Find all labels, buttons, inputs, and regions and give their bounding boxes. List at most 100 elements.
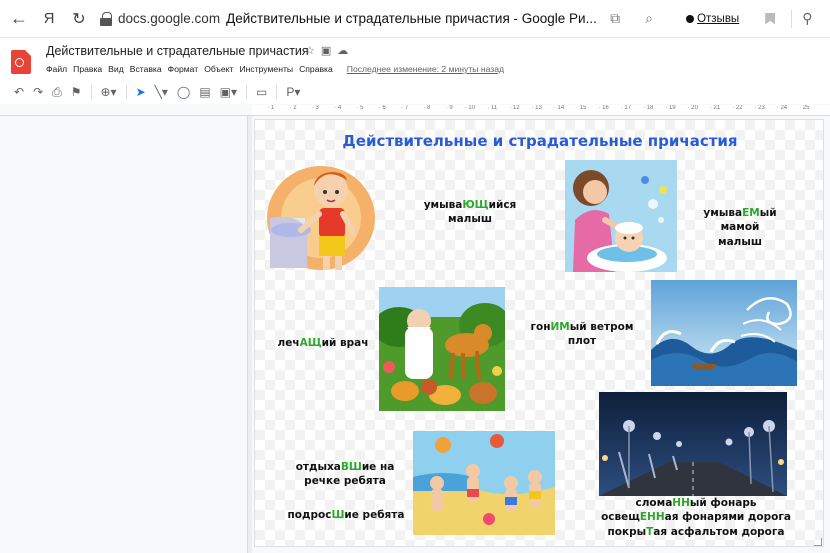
url-domain[interactable]: docs.google.com bbox=[118, 11, 220, 26]
toolbar-divider bbox=[791, 9, 793, 28]
doctor-animals-illustration[interactable] bbox=[379, 287, 505, 411]
suffix-highlight: НН bbox=[672, 497, 690, 509]
boy-washing-illustration[interactable] bbox=[265, 158, 377, 273]
title-actions: ☆▣☁ bbox=[305, 44, 354, 57]
caption-text: малыш bbox=[717, 235, 762, 248]
editing-toolbar: ↶ ↷ ⎙ ⚑ ⊕▾ ➤ ╲▾ ◯ ▤ ▣▾ ▭ P▾ bbox=[0, 80, 830, 104]
caption-washing-boy[interactable]: умываЮЩийся малыш bbox=[415, 198, 525, 227]
text-box-icon[interactable]: ▤ bbox=[199, 85, 210, 99]
tab-manager-icon[interactable]: ⧉ bbox=[598, 10, 632, 27]
caption-text: подрос bbox=[287, 509, 332, 521]
move-folder-icon[interactable]: ▣ bbox=[321, 45, 337, 57]
paint-roller-icon[interactable]: P▾ bbox=[286, 85, 300, 99]
ruler-tick-label: · 17 bbox=[620, 105, 632, 111]
image-icon[interactable]: ▣▾ bbox=[220, 85, 237, 99]
ruler-tick-label: · 23 bbox=[754, 105, 765, 111]
ruler-tick-label: · 2 bbox=[289, 105, 297, 111]
site-search-icon[interactable]: ⌕ bbox=[632, 10, 666, 27]
ruler-tick-label: · 10 bbox=[464, 105, 475, 111]
caption-text: ая фонарями дорога bbox=[664, 511, 791, 524]
menu-file[interactable]: Файл bbox=[46, 64, 67, 74]
print-icon[interactable]: ⎙ bbox=[52, 85, 62, 100]
caption-text: покры bbox=[607, 525, 647, 538]
caption-text: плот bbox=[567, 335, 597, 348]
kids-river-illustration[interactable] bbox=[413, 431, 555, 535]
slide-title[interactable]: Действительные и страдательные причастия bbox=[255, 132, 823, 150]
menu-view[interactable]: Вид bbox=[108, 64, 124, 74]
back-arrow-icon[interactable]: ← bbox=[4, 0, 34, 38]
select-cursor-icon[interactable]: ➤ bbox=[136, 85, 146, 99]
ruler-tick-label: · 14 bbox=[553, 105, 565, 111]
reviews-label: Отзывы bbox=[697, 12, 740, 25]
ruler-tick-label: · 3 bbox=[311, 105, 319, 111]
suffix-highlight: ЕНН bbox=[639, 511, 665, 524]
caption-rested-kids[interactable]: отдыхаВШие на речке ребята bbox=[285, 460, 405, 489]
reviews-button[interactable]: Отзывы bbox=[678, 7, 747, 31]
comment-icon[interactable]: ▭ bbox=[256, 85, 267, 99]
menu-format[interactable]: Формат bbox=[168, 64, 199, 74]
menu-edit[interactable]: Правка bbox=[73, 64, 102, 74]
suffix-highlight: ЮЩ bbox=[462, 199, 489, 211]
lock-icon[interactable] bbox=[100, 11, 112, 26]
caption-text: речке ребята bbox=[304, 475, 386, 488]
menu-tools[interactable]: Инструменты bbox=[239, 64, 293, 74]
caption-driven-raft[interactable]: гонИМый ветром плот bbox=[525, 320, 639, 349]
caption-text: ийся bbox=[488, 199, 517, 211]
menu-bar: Файл Правка Вид Вставка Формат Объект Ин… bbox=[46, 64, 504, 74]
caption-text: гон bbox=[530, 321, 551, 333]
ruler-tick-label: · 22 bbox=[732, 105, 743, 111]
bookmark-icon[interactable] bbox=[765, 12, 776, 25]
ruler-tick-label: · 9 bbox=[445, 105, 453, 111]
star-icon[interactable]: ☆ bbox=[305, 45, 321, 57]
caption-healing-doctor[interactable]: лечАЩий врач bbox=[271, 336, 375, 350]
wind-waves-illustration[interactable] bbox=[651, 280, 797, 386]
ruler-tick-label: · 19 bbox=[665, 105, 676, 111]
drawing-canvas[interactable]: Действительные и страдательные причастия… bbox=[254, 119, 824, 547]
cloud-status-icon[interactable]: ☁ bbox=[337, 45, 354, 57]
undo-icon[interactable]: ↶ bbox=[14, 85, 24, 99]
caption-grown-kids[interactable]: подросШие ребята bbox=[283, 508, 409, 522]
ruler-tick-label: · 21 bbox=[709, 105, 721, 111]
menu-help[interactable]: Справка bbox=[299, 64, 333, 74]
last-edit-link[interactable]: Последнее изменение: 2 минуты назад bbox=[347, 64, 504, 74]
document-title[interactable]: Действительные и страдательные причастия bbox=[46, 44, 309, 58]
menu-insert[interactable]: Вставка bbox=[130, 64, 162, 74]
line-tool-icon[interactable]: ╲▾ bbox=[155, 85, 168, 99]
caption-text: ие ребята bbox=[344, 509, 405, 521]
mother-bathing-baby-illustration[interactable] bbox=[565, 160, 677, 272]
google-drawings-logo-icon[interactable] bbox=[11, 50, 31, 74]
horizontal-ruler-bar: · 1 · 2 · 3 · 4 · 5 · 6 · 7 · 8 · 9 · 10 · 11 · 12 ·… bbox=[0, 104, 830, 116]
caption-highway[interactable]: сломаННый фонарь освещЕННая фонарями дор… bbox=[593, 496, 799, 539]
suffix-highlight: АЩ bbox=[299, 337, 322, 349]
suffix-highlight: ВШ bbox=[340, 461, 362, 473]
toolbar-divider bbox=[125, 85, 127, 99]
redo-icon[interactable]: ↷ bbox=[33, 85, 43, 99]
url-page-title[interactable]: Действительные и страдательные причастия… bbox=[226, 11, 598, 26]
paint-format-icon[interactable]: ⚑ bbox=[71, 85, 82, 99]
speech-bubble-icon bbox=[686, 14, 695, 23]
caption-washed-baby[interactable]: умываЕМый мамой малыш bbox=[685, 206, 795, 249]
vertical-ruler[interactable] bbox=[248, 116, 252, 553]
ruler-tick-label: · 15 bbox=[576, 105, 587, 111]
suffix-highlight: ИМ bbox=[550, 321, 570, 333]
shape-tool-icon[interactable]: ◯ bbox=[177, 85, 190, 99]
reload-icon[interactable]: ↻ bbox=[64, 0, 94, 38]
yandex-logo-icon[interactable]: Я bbox=[34, 0, 64, 38]
caption-text: малыш bbox=[447, 213, 492, 226]
caption-text: ие на bbox=[361, 461, 395, 473]
ruler-tick-label: · 1 bbox=[267, 105, 275, 111]
suffix-highlight: ЕМ bbox=[742, 207, 760, 219]
resize-handle-icon[interactable] bbox=[814, 538, 822, 546]
extensions-icon[interactable]: ⚲ bbox=[802, 10, 812, 27]
horizontal-ruler[interactable]: · 1 · 2 · 3 · 4 · 5 · 6 · 7 · 8 · 9 · 10 · 11 · 12 ·… bbox=[252, 105, 830, 115]
ruler-tick-label: · 13 bbox=[531, 105, 542, 111]
caption-text: ая асфальтом дорога bbox=[653, 525, 785, 538]
menu-object[interactable]: Объект bbox=[204, 64, 233, 74]
browser-toolbar: ← Я ↻ docs.google.com Действительные и с… bbox=[0, 0, 830, 38]
ruler-tick-label: · 4 bbox=[334, 105, 342, 111]
night-highway-illustration[interactable] bbox=[599, 392, 787, 496]
zoom-icon[interactable]: ⊕▾ bbox=[101, 85, 117, 99]
left-panel bbox=[0, 116, 248, 553]
toolbar-divider bbox=[90, 85, 92, 99]
caption-text: ый ветром bbox=[569, 321, 634, 333]
